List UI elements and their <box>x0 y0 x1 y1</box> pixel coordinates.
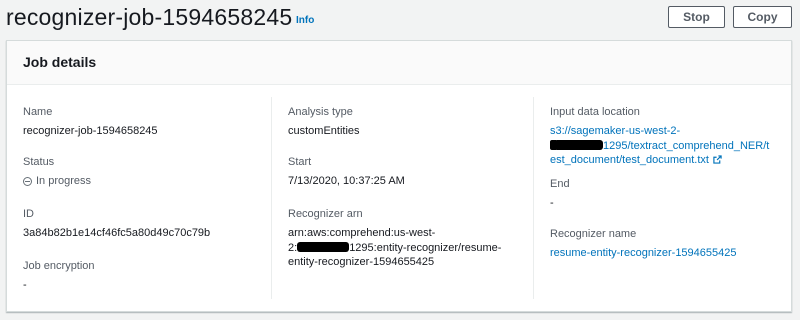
id-field: ID 3a84b82b1e14cf46fc5a80d49c70c79b <box>23 207 267 240</box>
details-column-1: Name recognizer-job-1594658245 Status In… <box>23 97 267 299</box>
recognizer-name-field: Recognizer name resume-entity-recognizer… <box>550 227 787 260</box>
copy-button[interactable]: Copy <box>733 6 792 28</box>
stop-button[interactable]: Stop <box>668 6 725 28</box>
recognizer-arn-value: arn:aws:comprehend:us-west- 2: 1295:entit… <box>288 226 533 270</box>
panel-header: Job details <box>7 41 791 85</box>
input-location-label: Input data location <box>550 106 640 118</box>
name-label: Name <box>23 106 53 118</box>
job-encryption-field: Job encryption - <box>23 259 267 292</box>
input-location-line-2[interactable]: 1295/textract_comprehend_NER/t <box>550 139 787 154</box>
input-location-field: Input data location s3://sagemaker-us-we… <box>550 105 787 168</box>
analysis-type-field: Analysis type customEntities <box>288 105 533 138</box>
in-progress-icon <box>23 176 32 186</box>
name-field: Name recognizer-job-1594658245 <box>23 105 267 138</box>
status-indicator: In progress <box>23 174 267 188</box>
input-location-line-3[interactable]: est_document/test_document.txt <box>550 153 787 168</box>
page-title: recognizer-job-1594658245 <box>6 4 293 30</box>
recognizer-arn-suffix: 1295:entity-recognizer/resume- <box>349 241 502 254</box>
recognizer-name-label: Recognizer name <box>550 228 637 240</box>
start-label: Start <box>288 156 312 168</box>
input-location-suffix[interactable]: 1295/textract_comprehend_NER/t <box>603 140 769 152</box>
info-link[interactable]: Info <box>296 15 314 26</box>
job-details-panel: Job details Name recognizer-job-15946582… <box>6 40 792 312</box>
status-value: In progress <box>36 175 92 187</box>
details-column-2: Analysis type customEntities Start 7/13/… <box>271 97 533 299</box>
recognizer-arn-line-1: arn:aws:comprehend:us-west- <box>288 227 436 239</box>
page-header: recognizer-job-1594658245 Info Stop Copy <box>0 0 800 36</box>
start-value: 7/13/2020, 10:37:25 AM <box>288 175 405 187</box>
input-location-line-1[interactable]: s3://sagemaker-us-west-2- <box>550 124 787 139</box>
id-label: ID <box>23 208 34 220</box>
job-encryption-label: Job encryption <box>23 260 95 272</box>
recognizer-arn-prefix: 2: <box>288 241 298 254</box>
status-field: Status In progress <box>23 155 267 188</box>
end-label: End <box>550 178 570 190</box>
status-label: Status <box>23 156 55 168</box>
panel-title: Job details <box>23 54 97 70</box>
analysis-type-value: customEntities <box>288 125 360 137</box>
redaction-bar <box>297 241 350 252</box>
recognizer-arn-field: Recognizer arn arn:aws:comprehend:us-wes… <box>288 207 533 270</box>
input-location-line-3-text[interactable]: est_document/test_document.txt <box>550 154 709 166</box>
id-value: 3a84b82b1e14cf46fc5a80d49c70c79b <box>23 227 211 239</box>
redaction-bar <box>557 139 603 150</box>
recognizer-arn-line-2: 2: 1295:entity-recognizer/resume- <box>288 241 533 256</box>
end-value: - <box>550 197 554 209</box>
end-field: End - <box>550 177 787 210</box>
recognizer-name-link[interactable]: resume-entity-recognizer-1594655425 <box>550 246 787 260</box>
name-value: recognizer-job-1594658245 <box>23 125 158 137</box>
start-field: Start 7/13/2020, 10:37:25 AM <box>288 155 533 188</box>
job-encryption-value: - <box>23 279 27 291</box>
input-location-link[interactable]: s3://sagemaker-us-west-2- 1295/textract_… <box>550 124 787 168</box>
details-column-3: Input data location s3://sagemaker-us-we… <box>533 97 787 299</box>
analysis-type-label: Analysis type <box>288 106 353 118</box>
recognizer-arn-line-3: entity-recognizer-1594655425 <box>288 256 435 268</box>
recognizer-arn-label: Recognizer arn <box>288 208 363 220</box>
external-link-icon[interactable] <box>713 155 722 164</box>
